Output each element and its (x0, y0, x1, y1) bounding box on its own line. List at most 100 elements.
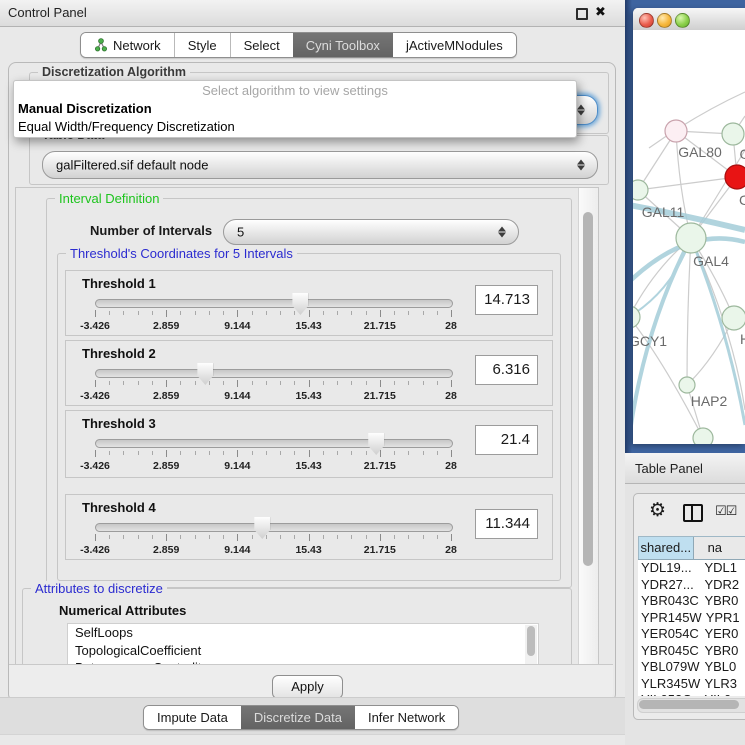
node-right-mid[interactable] (722, 306, 745, 330)
gear-icon[interactable]: ⚙ (649, 501, 666, 521)
tab-impute-data[interactable]: Impute Data (144, 706, 241, 729)
node-gal80[interactable] (665, 120, 687, 142)
list-scrollbar[interactable] (525, 625, 537, 665)
tab-style[interactable]: Style (174, 33, 230, 57)
close-icon[interactable]: ✖ (595, 4, 606, 20)
cell-shared[interactable]: YBL079W (638, 659, 700, 676)
table-row[interactable]: YBR043CYBR0 (638, 593, 745, 610)
cell-shared[interactable]: YBR045C (638, 643, 700, 660)
node-hap2[interactable] (679, 377, 695, 393)
minimize-traffic-light-icon[interactable] (657, 13, 672, 28)
tab-select[interactable]: Select (230, 33, 293, 57)
threshold-value-field[interactable]: 21.4 (475, 425, 538, 455)
cell-name[interactable]: YLR3 (700, 676, 745, 693)
scrollbar-thumb[interactable] (639, 700, 739, 709)
cell-name[interactable]: YER0 (700, 626, 745, 643)
list-item[interactable]: SelfLoops (68, 624, 538, 642)
float-window-icon[interactable] (576, 8, 588, 20)
cell-name[interactable]: YDR2 (700, 577, 745, 594)
tick-mark (166, 534, 167, 541)
table-row[interactable]: YLR345WYLR3 (638, 676, 745, 693)
tab-jactivemnodules[interactable]: jActiveMNodules (393, 33, 516, 57)
popup-item-manual-discretization[interactable]: Manual Discretization (14, 100, 576, 118)
threshold-slider[interactable]: -3.4262.8599.14415.4321.71528 (95, 517, 451, 557)
cell-name[interactable]: YBR0 (700, 593, 745, 610)
cell-shared[interactable]: YPR145W (638, 610, 702, 627)
slider-track[interactable] (95, 439, 453, 448)
threshold-value-field[interactable]: 6.316 (475, 355, 538, 385)
network-canvas[interactable]: GAL80GCGAL11GAL4GCY1HHAP2 (633, 30, 745, 444)
tick-mark (280, 451, 281, 455)
table-row[interactable]: YER054CYER0 (638, 626, 745, 643)
table-row[interactable]: YDR27...YDR2 (638, 577, 745, 594)
threshold-value-field[interactable]: 14.713 (475, 285, 538, 315)
cell-name[interactable]: YDL1 (700, 560, 745, 577)
tick-label: 9.144 (224, 460, 250, 472)
tick-mark (366, 311, 367, 315)
slider-track[interactable] (95, 369, 453, 378)
apply-button[interactable]: Apply (272, 675, 343, 699)
tick-mark (351, 381, 352, 385)
node-gal4[interactable] (676, 223, 706, 253)
table-row[interactable]: YBR045CYBR0 (638, 643, 745, 660)
cell-shared[interactable]: YIL052C (638, 692, 700, 696)
zoom-traffic-light-icon[interactable] (675, 13, 690, 28)
node-gal11[interactable] (633, 180, 648, 200)
popup-item-equal-width-frequency[interactable]: Equal Width/Frequency Discretization (14, 118, 576, 136)
threshold-slider[interactable]: -3.4262.8599.14415.4321.71528 (95, 363, 451, 403)
table-row[interactable]: YDL19...YDL1 (638, 560, 745, 577)
cell-shared[interactable]: YLR345W (638, 676, 700, 693)
tab-cyni-toolbox[interactable]: Cyni Toolbox (293, 33, 393, 57)
tab-network[interactable]: Network (81, 33, 174, 57)
horizontal-scrollbar[interactable] (637, 698, 745, 713)
checkbox-icons[interactable]: ☑☑ (715, 503, 736, 519)
tick-mark (408, 381, 409, 385)
tick-mark (180, 311, 181, 315)
tick-mark (280, 381, 281, 385)
cell-shared[interactable]: YDL19... (638, 560, 700, 577)
tick-mark (152, 381, 153, 385)
numerical-attributes-list[interactable]: SelfLoops TopologicalCoefficient Between… (67, 623, 539, 665)
node-top-right[interactable] (722, 123, 744, 145)
table-row[interactable]: YIL052CYIL0 (638, 692, 745, 696)
cell-shared[interactable]: YER054C (638, 626, 700, 643)
tick-mark (337, 535, 338, 539)
threshold-slider[interactable]: -3.4262.8599.14415.4321.71528 (95, 433, 451, 473)
network-window-titlebar[interactable] (633, 8, 745, 31)
list-item[interactable]: TopologicalCoefficient (68, 642, 538, 660)
node-selected-red[interactable] (725, 165, 745, 189)
cell-name[interactable]: YBL0 (700, 659, 745, 676)
tab-infer-network[interactable]: Infer Network (355, 706, 458, 729)
split-column-icon[interactable] (683, 504, 703, 522)
node-bottom[interactable] (693, 428, 713, 444)
table-data-combobox[interactable]: galFiltered.sif default node (42, 151, 598, 179)
slider-track[interactable] (95, 299, 453, 308)
tick-mark (337, 451, 338, 455)
table-row[interactable]: YBL079WYBL0 (638, 659, 745, 676)
tab-discretize-data[interactable]: Discretize Data (241, 706, 355, 729)
scrollbar-thumb[interactable] (583, 212, 593, 566)
table-row[interactable]: YPR145WYPR1 (638, 610, 745, 627)
slider-track[interactable] (95, 523, 453, 532)
cell-shared[interactable]: YDR27... (638, 577, 700, 594)
panel-scrollbar[interactable] (578, 188, 598, 664)
tick-mark (223, 535, 224, 539)
cell-shared[interactable]: YBR043C (638, 593, 700, 610)
threshold-slider[interactable]: -3.4262.8599.14415.4321.71528 (95, 293, 451, 333)
cell-name[interactable]: YPR1 (702, 610, 745, 627)
node-table: shared... na YDL19...YDL1 YDR27...YDR2 Y… (638, 536, 745, 696)
cell-name[interactable]: YIL0 (700, 692, 745, 696)
tick-mark (180, 451, 181, 455)
network-view-window[interactable]: GAL80GCGAL11GAL4GCY1HHAP2 (633, 8, 745, 444)
tick-label: 9.144 (224, 320, 250, 332)
number-of-intervals-label: Number of Intervals (90, 223, 212, 238)
number-of-intervals-combobox[interactable]: 5 (223, 219, 519, 245)
threshold-value-field[interactable]: 11.344 (475, 509, 538, 539)
close-traffic-light-icon[interactable] (639, 13, 654, 28)
cell-name[interactable]: YBR0 (700, 643, 745, 660)
column-header-shared-name[interactable]: shared... (638, 537, 694, 559)
tick-mark (123, 535, 124, 539)
tick-mark (266, 451, 267, 455)
column-header-name[interactable]: na (694, 537, 745, 559)
node-label: GAL11 (642, 204, 685, 220)
